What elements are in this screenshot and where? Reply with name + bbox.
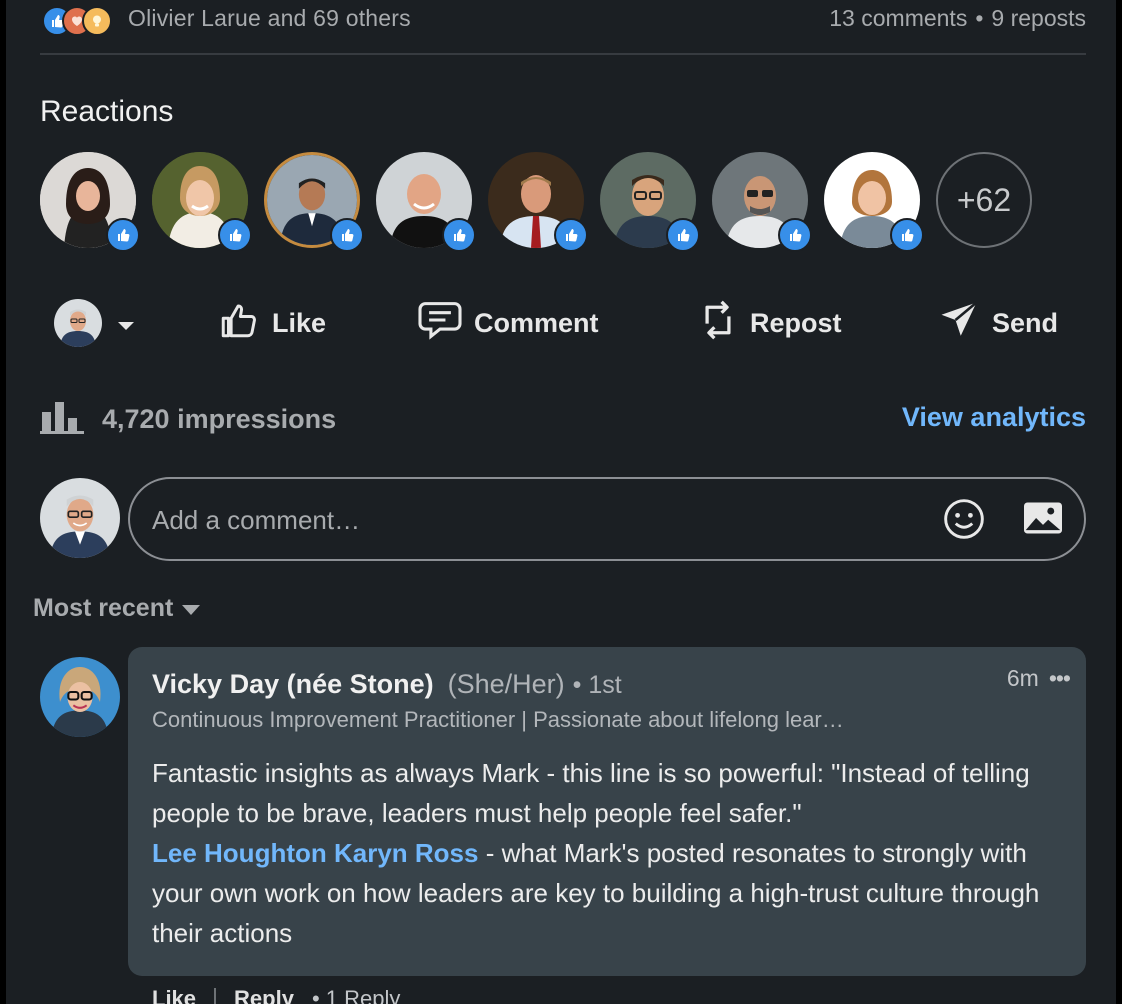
comment-timestamp: 6m	[1006, 665, 1039, 691]
view-analytics-link[interactable]: View analytics	[902, 402, 1086, 433]
like-label: Like	[272, 307, 327, 338]
comment-text: Fantastic insights as always Mark - this…	[152, 753, 1072, 953]
comment-bubble-icon	[418, 300, 462, 347]
bar-chart-icon	[40, 398, 84, 441]
author-headline: Continuous Improvement Practitioner | Pa…	[152, 707, 844, 732]
self-avatar	[54, 299, 102, 347]
like-badge-icon	[890, 218, 924, 252]
like-badge-icon	[554, 218, 588, 252]
reactions-heading: Reactions	[40, 95, 174, 128]
separator-dot: •	[975, 5, 984, 31]
mention-link[interactable]: Lee Houghton Karyn Ross	[152, 838, 478, 868]
like-button[interactable]: Like	[218, 288, 326, 358]
reaction-identity-picker[interactable]	[54, 288, 136, 358]
divider	[214, 988, 217, 1004]
comment-author-line: Vicky Day (née Stone) (She/Her) • 1st	[152, 669, 622, 700]
comment-meta: 6m •••	[1006, 665, 1071, 692]
impressions-stat: 4,720 impressions	[40, 398, 336, 441]
caret-down-icon	[181, 594, 201, 623]
like-badge-icon	[218, 218, 252, 252]
chevron-down-icon	[116, 308, 136, 339]
connection-degree: • 1st	[572, 671, 622, 699]
divider	[40, 53, 1086, 55]
comment-button[interactable]: Comment	[418, 288, 599, 358]
like-badge-icon	[442, 218, 476, 252]
thumbs-up-icon	[218, 299, 260, 348]
current-user-avatar	[40, 478, 120, 558]
comment-like-button[interactable]: Like	[152, 986, 196, 1004]
repost-arrows-icon	[698, 298, 738, 349]
sort-label: Most recent	[33, 594, 174, 622]
comment-bubble: Vicky Day (née Stone) (She/Her) • 1st 6m •…	[128, 647, 1086, 976]
comment-label: Comment	[474, 307, 599, 338]
like-badge-icon	[666, 218, 700, 252]
comment-text-part: Fantastic insights as always Mark - this…	[152, 758, 1030, 828]
replies-count-link[interactable]: • 1 Reply	[312, 986, 400, 1004]
emoji-icon[interactable]	[942, 497, 986, 546]
commenter-avatar[interactable]	[40, 657, 120, 737]
engagement-counts: 13 comments • 9 reposts	[829, 5, 1086, 32]
comment-actions: Like Reply • 1 Reply	[152, 986, 400, 1004]
comment-input-box	[128, 477, 1086, 561]
comment-author-link[interactable]: Vicky Day (née Stone)	[152, 669, 434, 699]
paper-plane-icon	[938, 299, 980, 348]
impressions-count: 4,720 impressions	[102, 404, 337, 434]
sort-comments-dropdown[interactable]: Most recent	[33, 594, 201, 623]
comment-input[interactable]	[150, 497, 914, 543]
reactor-avatars: +62	[40, 152, 1100, 252]
more-options-icon[interactable]: •••	[1049, 665, 1071, 692]
like-badge-icon	[778, 218, 812, 252]
reposts-count-link[interactable]: 9 reposts	[991, 5, 1086, 31]
repost-label: Repost	[750, 307, 842, 338]
post-social-panel: Olivier Larue and 69 others 13 comments •…	[6, 0, 1116, 1004]
like-badge-icon	[330, 218, 364, 252]
more-reactors-button[interactable]: +62	[936, 152, 1032, 248]
post-action-bar: Like Comment Repost Send	[40, 288, 1092, 358]
image-icon[interactable]	[1022, 499, 1064, 542]
send-label: Send	[992, 307, 1059, 338]
reactors-summary-link[interactable]: Olivier Larue and 69 others	[128, 5, 411, 32]
author-pronouns: (She/Her)	[447, 669, 565, 699]
send-button[interactable]: Send	[938, 288, 1058, 358]
like-badge-icon	[106, 218, 140, 252]
comment-reply-button[interactable]: Reply	[234, 986, 294, 1004]
insightful-reaction-icon	[82, 6, 112, 36]
repost-button[interactable]: Repost	[698, 288, 842, 358]
comments-count-link[interactable]: 13 comments	[829, 5, 967, 31]
reaction-type-icons[interactable]	[42, 6, 132, 36]
